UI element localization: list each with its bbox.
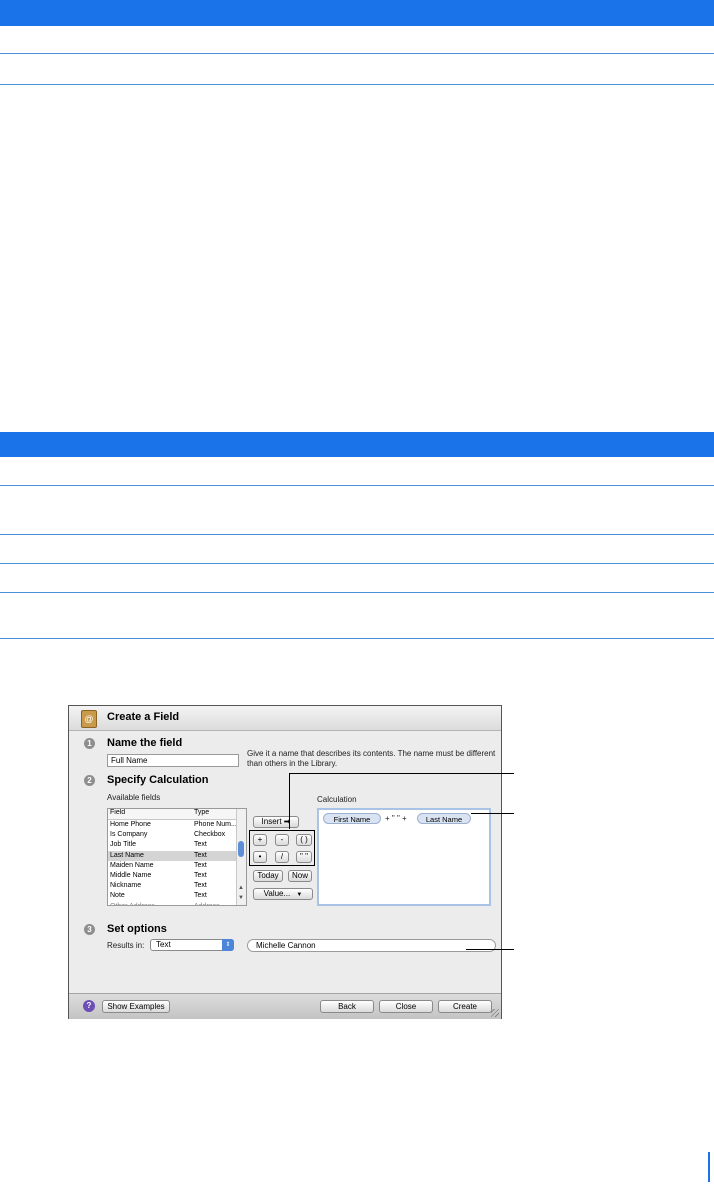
table-row[interactable]: Note Text xyxy=(108,891,246,901)
callout-line-operators xyxy=(289,773,514,774)
chevron-down-icon: ▼ xyxy=(296,892,303,898)
available-fields-label: Available fields xyxy=(107,793,161,802)
field-cell: Other Address xyxy=(110,902,155,906)
table-header-bar-bottom xyxy=(0,432,714,457)
type-cell: Address xyxy=(194,902,220,906)
type-column-header[interactable]: Type xyxy=(194,809,240,819)
step-2-heading: Specify Calculation xyxy=(107,774,209,786)
table-header-bar-top xyxy=(0,0,714,26)
updown-arrows-icon: ⇕ xyxy=(222,939,234,951)
back-button[interactable]: Back xyxy=(320,1000,374,1013)
operator-buttons-highlight xyxy=(249,830,315,866)
scroll-up-arrow-icon[interactable]: ▲ xyxy=(238,885,244,891)
scroll-down-arrow-icon[interactable]: ▼ xyxy=(238,895,244,901)
field-name-input[interactable]: Full Name xyxy=(107,754,239,767)
callout-line-calculation xyxy=(471,813,514,814)
step-1-heading: Name the field xyxy=(107,737,183,749)
results-type-select[interactable]: Text ⇕ xyxy=(150,939,234,951)
type-cell: Checkbox xyxy=(194,831,226,839)
table-rule xyxy=(0,638,714,639)
table-row[interactable]: Home Phone Phone Num... xyxy=(108,820,246,830)
type-cell: Text xyxy=(194,882,207,890)
results-type-value: Text xyxy=(156,940,171,949)
calc-operator-text: + " " + xyxy=(385,814,407,823)
step-1-badge: 1 xyxy=(84,738,95,749)
field-cell: Job Title xyxy=(110,841,137,849)
address-book-icon: @ xyxy=(81,710,97,728)
page-edge-marker xyxy=(708,1152,710,1182)
window-title: Create a Field xyxy=(107,711,180,723)
now-button[interactable]: Now xyxy=(288,870,312,882)
table-row[interactable]: Is Company Checkbox xyxy=(108,830,246,840)
results-in-label: Results in: xyxy=(107,941,145,950)
field-cell: Middle Name xyxy=(110,871,152,879)
today-button[interactable]: Today xyxy=(253,870,283,882)
table-row[interactable]: Other Address Address xyxy=(108,902,246,906)
create-field-window: @ Create a Field 1 Name the field Full N… xyxy=(68,705,502,1019)
value-popup-button[interactable]: Value... ▼ xyxy=(253,888,313,900)
insert-button[interactable]: Insert ➡ xyxy=(253,816,299,828)
type-cell: Text xyxy=(194,892,207,900)
value-button-label: Value... xyxy=(263,889,291,898)
table-rule xyxy=(0,563,714,564)
field-cell: Is Company xyxy=(110,831,148,839)
step-2-badge: 2 xyxy=(84,775,95,786)
step-3-heading: Set options xyxy=(107,923,167,935)
type-cell: Text xyxy=(194,861,207,869)
field-cell: Maiden Name xyxy=(110,861,154,869)
field-cell: Nickname xyxy=(110,882,142,890)
table-rule xyxy=(0,534,714,535)
field-cell: Home Phone xyxy=(110,821,151,828)
table-rule xyxy=(0,84,714,85)
field-column-header[interactable]: Field xyxy=(108,809,194,819)
step-3-badge: 3 xyxy=(84,924,95,935)
result-preview-field: Michelle Cannon xyxy=(247,939,496,952)
callout-line-preview xyxy=(466,949,514,950)
create-button[interactable]: Create xyxy=(438,1000,492,1013)
calculation-label: Calculation xyxy=(317,795,357,804)
table-row[interactable]: Job Title Text xyxy=(108,840,246,850)
table-rule xyxy=(0,592,714,593)
list-scrollbar[interactable]: ▲ ▼ xyxy=(236,809,246,905)
resize-grip-icon[interactable] xyxy=(491,1009,499,1017)
table-row[interactable]: Nickname Text xyxy=(108,881,246,891)
calc-token-last-name[interactable]: Last Name xyxy=(417,813,471,824)
type-cell: Text xyxy=(194,871,207,879)
table-row[interactable]: Middle Name Text xyxy=(108,871,246,881)
table-row[interactable]: Last Name Text xyxy=(108,850,246,861)
scroll-thumb[interactable] xyxy=(238,841,244,857)
table-row[interactable]: Maiden Name Text xyxy=(108,861,246,871)
bottom-toolbar: ? Show Examples Back Close Create xyxy=(69,993,501,1019)
help-icon[interactable]: ? xyxy=(83,1000,95,1012)
callout-line-operators-drop xyxy=(289,773,290,829)
name-hint: Give it a name that describes its conten… xyxy=(247,749,496,768)
show-examples-button[interactable]: Show Examples xyxy=(102,1000,170,1013)
table-rule xyxy=(0,53,714,54)
calculation-editor[interactable]: First Name + " " + Last Name xyxy=(317,808,491,906)
close-button[interactable]: Close xyxy=(379,1000,433,1013)
type-cell: Text xyxy=(194,851,207,859)
type-cell: Phone Num... xyxy=(194,821,237,828)
field-cell: Note xyxy=(110,892,125,900)
list-header: Field Type xyxy=(108,809,246,820)
field-cell: Last Name xyxy=(110,851,144,859)
calc-token-first-name[interactable]: First Name xyxy=(323,813,381,824)
title-bar: @ Create a Field xyxy=(69,706,501,731)
type-cell: Text xyxy=(194,841,207,849)
table-rule xyxy=(0,485,714,486)
available-fields-list[interactable]: Field Type Home Phone Phone Num... Is Comp… xyxy=(107,808,247,906)
